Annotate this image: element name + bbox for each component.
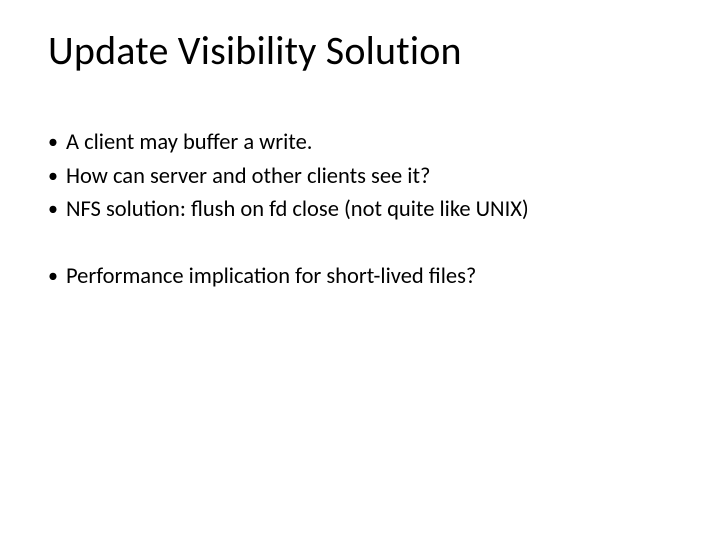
bullet-marker-icon: • <box>48 127 66 158</box>
bullet-item: • Performance implication for short-live… <box>48 261 672 294</box>
bullet-text: How can server and other clients see it? <box>66 161 672 194</box>
bullet-item: • How can server and other clients see i… <box>48 161 672 194</box>
bullet-marker-icon: • <box>48 261 66 292</box>
bullet-group: • Performance implication for short-live… <box>48 261 672 294</box>
bullet-marker-icon: • <box>48 194 66 225</box>
bullet-item: • NFS solution: flush on fd close (not q… <box>48 194 672 227</box>
bullet-group: • A client may buffer a write. • How can… <box>48 127 672 227</box>
bullet-item: • A client may buffer a write. <box>48 127 672 160</box>
slide-content: • A client may buffer a write. • How can… <box>48 127 672 294</box>
bullet-marker-icon: • <box>48 161 66 192</box>
bullet-text: Performance implication for short-lived … <box>66 261 672 294</box>
bullet-text: A client may buffer a write. <box>66 127 672 160</box>
slide-container: Update Visibility Solution • A client ma… <box>0 0 720 540</box>
slide-title: Update Visibility Solution <box>48 26 672 75</box>
bullet-text: NFS solution: flush on fd close (not qui… <box>66 194 672 227</box>
